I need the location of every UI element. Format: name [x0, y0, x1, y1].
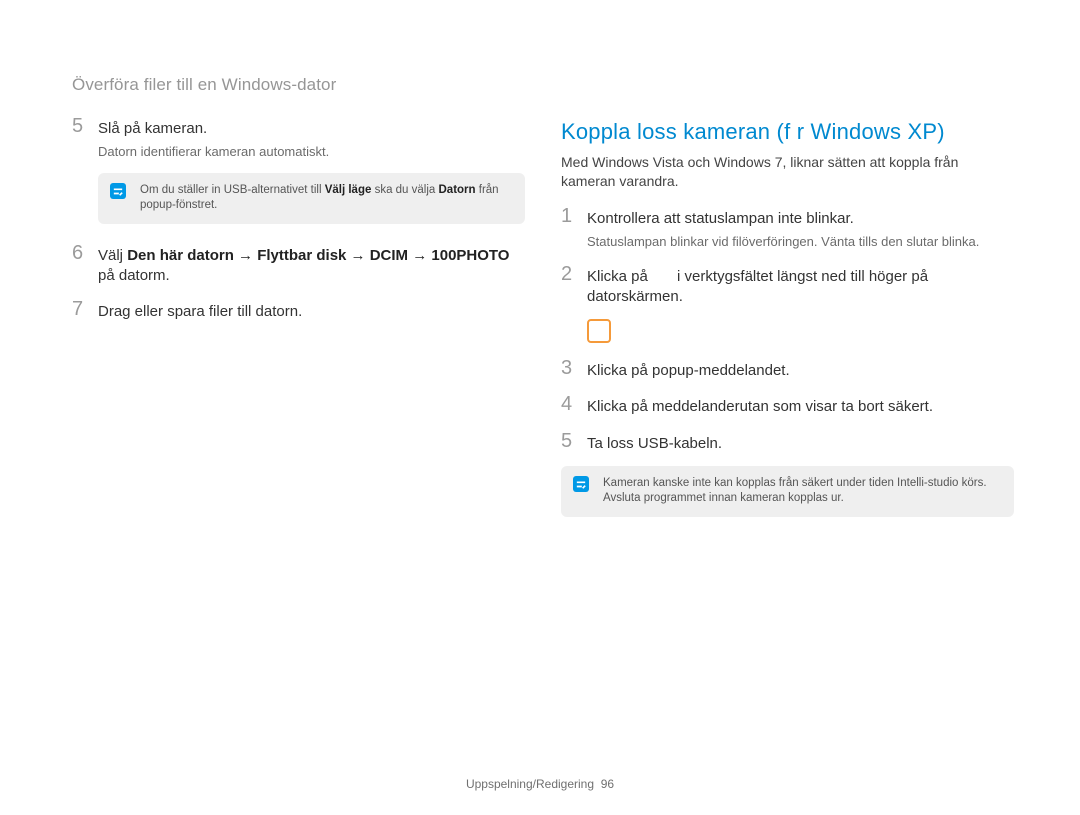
step-text: Slå på kameran. [98, 119, 525, 139]
page-title: Överföra filer till en Windows-dator [72, 75, 1014, 95]
left-column: 5 Slå på kameran. Datorn identifierar ka… [72, 119, 525, 539]
section-intro: Med Windows Vista och Windows 7, liknar … [561, 153, 1014, 191]
step-number: 5 [72, 115, 92, 138]
two-column-layout: 5 Slå på kameran. Datorn identifierar ka… [72, 119, 1014, 539]
step-text-bold: Den här datorn → Flyttbar disk → DCIM → … [127, 247, 509, 264]
section-heading: Koppla loss kameran (f r Windows XP) [561, 119, 1014, 145]
step-subtext: Statuslampan blinkar vid filöverföringen… [587, 233, 1014, 251]
note-icon [110, 183, 126, 199]
step-r1: 1 Kontrollera att statuslampan inte blin… [561, 209, 1014, 251]
right-column: Koppla loss kameran (f r Windows XP) Med… [561, 119, 1014, 539]
note-usb-mode: Om du ställer in USB-alternativet till V… [98, 173, 525, 224]
step-7: 7 Drag eller spara filer till datorn. [72, 302, 525, 322]
step-r4: 4 Klicka på meddelanderutan som visar ta… [561, 397, 1014, 417]
step-number: 3 [561, 357, 581, 380]
note-text-fragment: Om du ställer in USB-alternativet till [140, 184, 325, 196]
step-text: Drag eller spara filer till datorn. [98, 302, 525, 322]
note-text: Kameran kanske inte kan kopplas från säk… [603, 477, 987, 505]
step-5: 5 Slå på kameran. Datorn identifierar ka… [72, 119, 525, 161]
step-text: Klicka på i verktygsfältet längst ned ti… [587, 267, 1014, 308]
step-number: 2 [561, 263, 581, 286]
step-text: Kontrollera att statuslampan inte blinka… [587, 209, 1014, 229]
step-subtext: Datorn identifierar kameran automatiskt. [98, 143, 525, 161]
step-number: 5 [561, 430, 581, 453]
step-text: Ta loss USB-kabeln. [587, 434, 1014, 454]
note-text-fragment: ska du välja [371, 184, 438, 196]
step-r5: 5 Ta loss USB-kabeln. [561, 434, 1014, 454]
step-6: 6 Välj Den här datorn → Flyttbar disk → … [72, 246, 525, 287]
step-text: Klicka på meddelanderutan som visar ta b… [587, 397, 1014, 417]
note-intelli-studio: Kameran kanske inte kan kopplas från säk… [561, 466, 1014, 517]
footer-section: Uppspelning/Redigering [466, 777, 594, 791]
note-icon [573, 476, 589, 492]
step-r2: 2 Klicka på i verktygsfältet längst ned … [561, 267, 1014, 308]
step-number: 6 [72, 242, 92, 265]
manual-page: Överföra filer till en Windows-dator 5 S… [0, 0, 1080, 815]
step-text-fragment: på datorm. [98, 267, 170, 284]
step-text-fragment: Klicka på [587, 268, 652, 285]
step-number: 4 [561, 393, 581, 416]
footer-page-number: 96 [601, 777, 614, 791]
step-text: Välj Den här datorn → Flyttbar disk → DC… [98, 246, 525, 287]
step-r3: 3 Klicka på popup-meddelandet. [561, 361, 1014, 381]
note-text-bold: Datorn [439, 184, 476, 196]
step-number: 7 [72, 298, 92, 321]
systray-remove-icon [587, 319, 611, 343]
note-text-bold: Välj läge [325, 184, 372, 196]
page-footer: Uppspelning/Redigering 96 [0, 777, 1080, 791]
step-text-fragment: Välj [98, 247, 127, 264]
step-text: Klicka på popup-meddelandet. [587, 361, 1014, 381]
step-number: 1 [561, 205, 581, 228]
